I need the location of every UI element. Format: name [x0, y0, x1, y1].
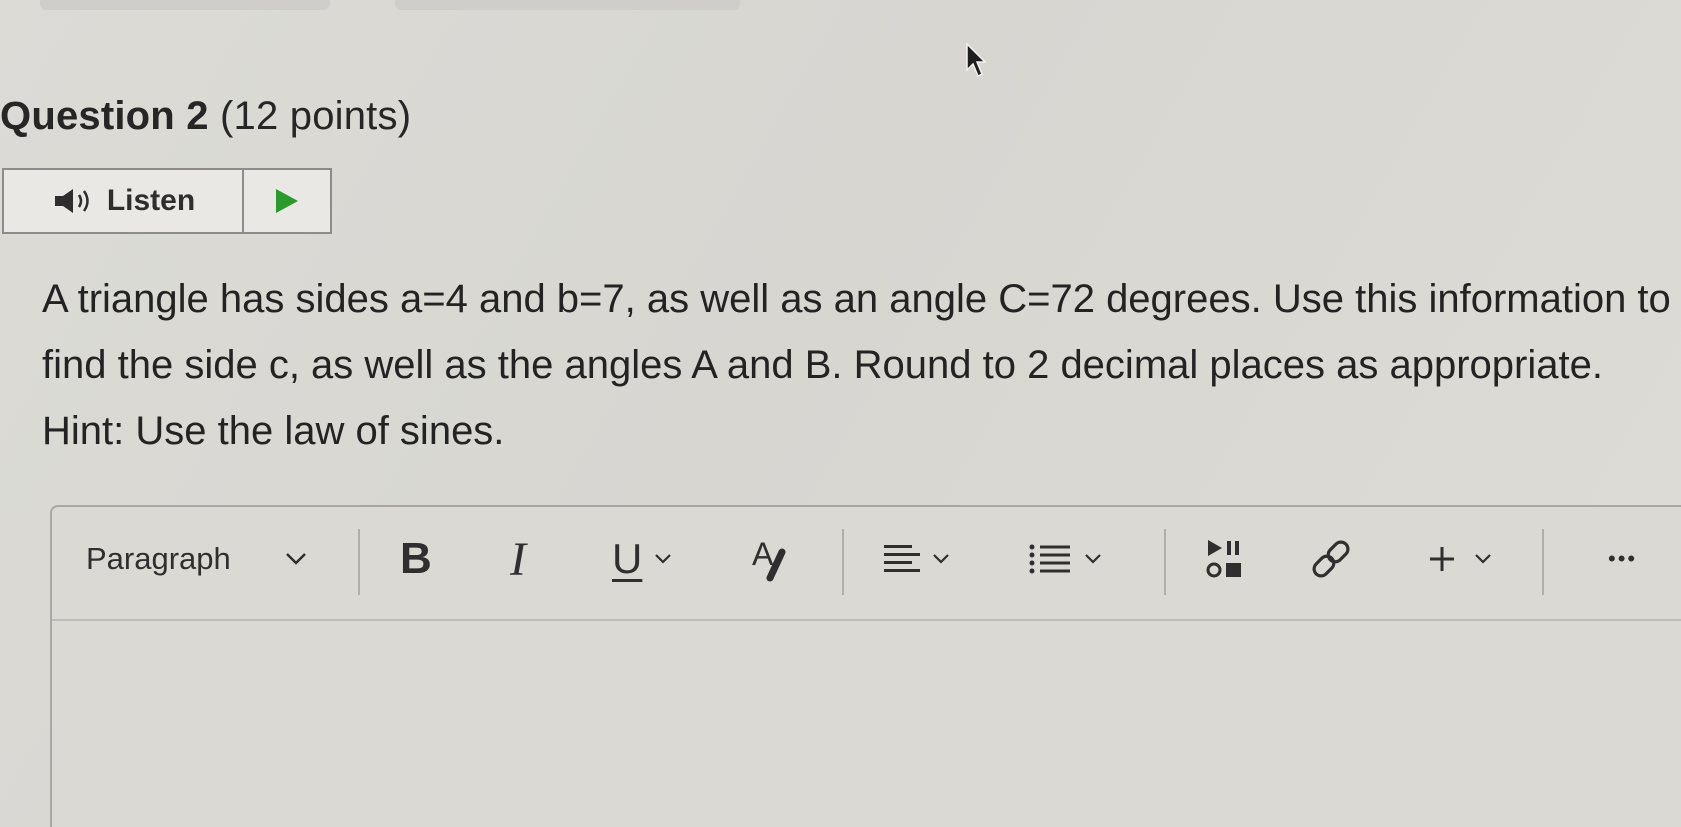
text-color-icon: A — [752, 536, 792, 582]
play-icon — [276, 189, 298, 213]
top-tab[interactable] — [40, 0, 330, 10]
mouse-pointer-icon — [966, 42, 987, 78]
underline-button[interactable]: U — [612, 529, 672, 589]
toolbar-divider — [358, 529, 360, 595]
chevron-down-icon — [655, 554, 672, 564]
list-dropdown[interactable] — [1028, 529, 1102, 589]
editor-toolbar: Paragraph B I U A ••• — [52, 507, 1681, 621]
italic-button[interactable]: I — [510, 529, 526, 589]
toolbar-divider — [1542, 529, 1544, 595]
link-icon — [1312, 540, 1350, 578]
bold-icon: B — [400, 534, 432, 583]
rich-text-editor: Paragraph B I U A ••• — [50, 505, 1681, 827]
list-icon — [1029, 544, 1070, 574]
listen-button[interactable]: Listen — [4, 170, 244, 232]
link-button[interactable] — [1308, 529, 1354, 589]
plus-icon — [1430, 547, 1454, 571]
question-points: (12 points) — [220, 94, 412, 138]
listen-label: Listen — [106, 184, 196, 217]
toolbar-divider — [842, 529, 844, 595]
block-format-dropdown[interactable]: Paragraph — [86, 529, 316, 589]
align-icon — [884, 545, 920, 572]
top-tab[interactable] — [395, 0, 740, 10]
more-icon: ••• — [1608, 546, 1638, 571]
play-button[interactable] — [244, 170, 330, 232]
chevron-down-icon — [1475, 554, 1491, 564]
align-dropdown[interactable] — [882, 529, 950, 589]
text-color-button[interactable]: A — [752, 529, 792, 589]
block-format-label: Paragraph — [86, 541, 231, 576]
chevron-down-icon — [933, 554, 949, 564]
listen-widget: Listen — [2, 168, 332, 234]
underline-icon: U — [612, 535, 643, 582]
chevron-down-icon — [1085, 554, 1101, 564]
editor-body[interactable] — [52, 621, 1681, 827]
bold-button[interactable]: B — [400, 529, 432, 589]
more-options-button[interactable]: ••• — [1608, 529, 1637, 589]
chevron-down-icon — [285, 553, 306, 565]
italic-icon: I — [510, 532, 526, 586]
question-title: Question 2 — [0, 94, 209, 138]
insert-dropdown[interactable] — [1426, 529, 1492, 589]
question-text: A triangle has sides a=4 and b=7, as wel… — [42, 277, 1671, 453]
page: Question 2 (12 points) Listen A triangle… — [0, 0, 1681, 827]
speaker-icon — [54, 189, 89, 213]
media-icon — [1206, 540, 1241, 578]
question-heading: Question 2 (12 points) — [0, 94, 411, 139]
toolbar-divider — [1164, 529, 1166, 595]
media-button[interactable] — [1202, 529, 1248, 589]
